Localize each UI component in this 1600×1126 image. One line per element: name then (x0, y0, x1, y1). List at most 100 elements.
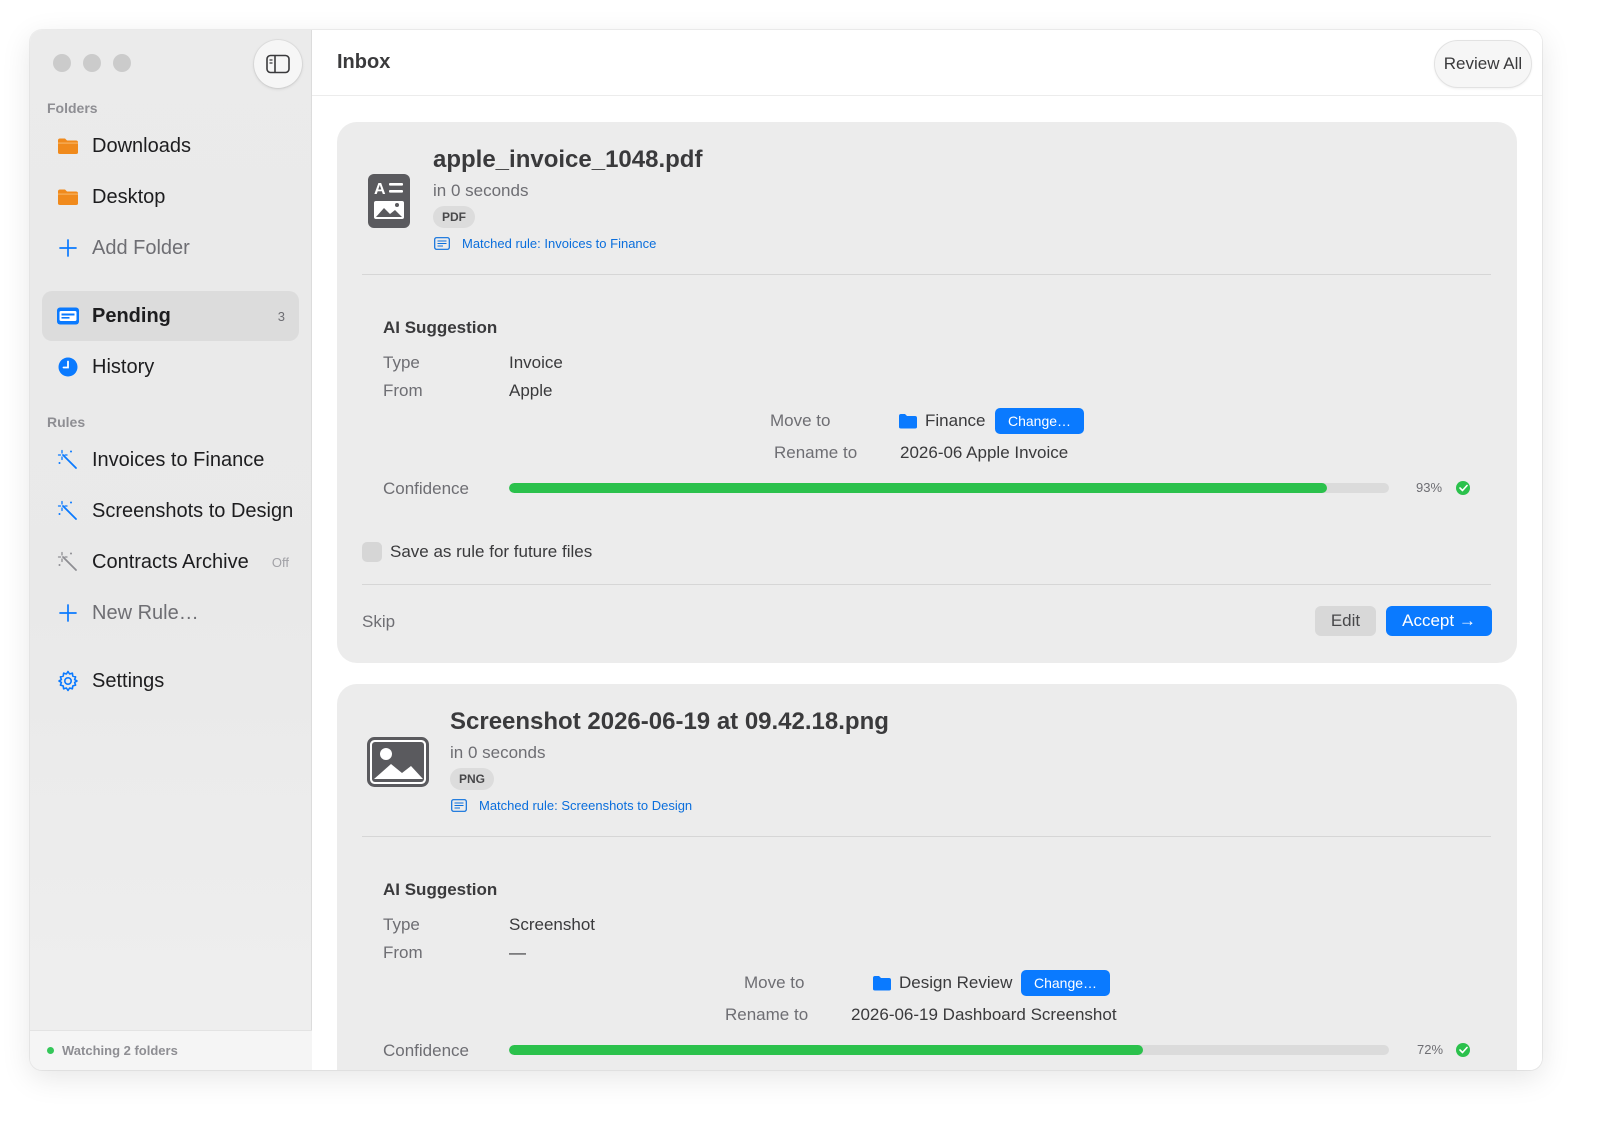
checkmark-icon (1456, 481, 1470, 495)
folder-icon (56, 134, 80, 158)
ai-suggestion-title: AI Suggestion (383, 318, 498, 337)
sidebar-item-label: Pending (92, 304, 171, 327)
confidence-bar (509, 483, 1389, 493)
sidebar-item-desktop[interactable]: Desktop (42, 172, 299, 222)
close-window-button[interactable] (53, 54, 71, 72)
sidebar: Folders Downloads Desktop Add Folder Pen… (30, 30, 312, 1070)
from-value: Apple (509, 381, 553, 400)
move-to-folder: Design Review (872, 973, 1012, 993)
file-type-badge: PDF (433, 206, 475, 228)
confidence-percent: 93% (1416, 480, 1443, 495)
matched-rule-link[interactable]: Matched rule: Invoices to Finance (434, 236, 656, 251)
divider (362, 274, 1491, 275)
folder-icon (56, 185, 80, 209)
watching-status: Watching 2 folders (30, 1030, 312, 1070)
from-label: From (383, 943, 423, 962)
toolbar: Inbox Review All (312, 30, 1542, 96)
move-to-folder: Finance (898, 411, 985, 431)
gear-icon (56, 669, 80, 693)
new-rule-button[interactable]: New Rule… (42, 588, 299, 638)
edit-button[interactable]: Edit (1315, 606, 1376, 636)
rename-to-value: 2026-06 Apple Invoice (900, 443, 1069, 462)
move-to-label: Move to (770, 411, 831, 430)
rename-to-label: Rename to (725, 1005, 809, 1024)
sidebar-item-label: Desktop (92, 185, 166, 208)
pending-count-badge: 3 (277, 308, 285, 324)
watching-status-label: Watching 2 folders (62, 1043, 178, 1058)
review-all-button[interactable]: Review All (1434, 40, 1532, 88)
zoom-window-button[interactable] (113, 54, 131, 72)
confidence-percent: 72% (1417, 1042, 1444, 1057)
main-content: Inbox Review All A apple_invoice_1048.pd… (312, 30, 1542, 1070)
sidebar-item-label: History (92, 355, 155, 378)
suggestion-card: A apple_invoice_1048.pdf in 0 seconds PD… (337, 122, 1517, 663)
status-dot-icon (47, 1047, 54, 1054)
suggestion-card: Screenshot 2026-06-19 at 09.42.18.png in… (337, 684, 1517, 1070)
sidebar-item-label: Settings (92, 669, 165, 692)
sidebar-item-pending[interactable]: Pending 3 (42, 291, 299, 341)
change-folder-button[interactable]: Change… (1021, 970, 1110, 996)
divider (362, 584, 1491, 585)
skip-button[interactable]: Skip (362, 612, 395, 632)
type-label: Type (383, 353, 420, 372)
confidence-label: Confidence (383, 1041, 470, 1060)
from-label: From (383, 381, 423, 400)
file-time: in 0 seconds (450, 743, 546, 762)
sidebar-item-rule-contracts[interactable]: Contracts Archive Off (42, 537, 299, 587)
confidence-bar-fill (509, 483, 1328, 493)
sidebar-item-rule-screenshots[interactable]: Screenshots to Design (42, 486, 299, 536)
magic-wand-icon (56, 550, 80, 574)
file-name: Screenshot 2026-06-19 at 09.42.18.png (450, 708, 889, 735)
sidebar-icon (266, 54, 290, 74)
app-window: Folders Downloads Desktop Add Folder Pen… (30, 30, 1542, 1070)
rule-list-icon (451, 798, 467, 813)
move-to-value: Design Review (899, 973, 1013, 992)
sidebar-item-label: Contracts Archive (92, 550, 249, 573)
page-title: Inbox (337, 51, 391, 73)
accept-button[interactable]: Accept → (1386, 606, 1492, 636)
from-value: — (509, 943, 526, 962)
tray-icon (56, 304, 80, 328)
rule-off-badge: Off (271, 554, 289, 570)
change-folder-button[interactable]: Change… (995, 408, 1084, 434)
magic-wand-icon (56, 499, 80, 523)
minimize-window-button[interactable] (83, 54, 101, 72)
type-label: Type (383, 915, 420, 934)
matched-rule-label: Matched rule: Screenshots to Design (479, 798, 693, 813)
sidebar-item-label: Invoices to Finance (92, 448, 265, 471)
rule-list-icon (434, 236, 450, 251)
sidebar-toggle-button[interactable] (254, 40, 302, 88)
add-folder-label: Add Folder (92, 236, 190, 259)
move-to-label: Move to (744, 973, 805, 992)
add-folder-button[interactable]: Add Folder (42, 223, 299, 273)
matched-rule-label: Matched rule: Invoices to Finance (462, 236, 657, 251)
save-rule-checkbox[interactable] (362, 542, 382, 562)
sidebar-item-rule-invoices[interactable]: Invoices to Finance (42, 435, 299, 485)
type-value: Invoice (509, 353, 563, 372)
file-name: apple_invoice_1048.pdf (433, 146, 703, 173)
checkmark-icon (1456, 1043, 1470, 1057)
save-rule-label: Save as rule for future files (390, 542, 593, 561)
sidebar-item-downloads[interactable]: Downloads (42, 121, 299, 171)
file-type-badge: PNG (450, 768, 495, 790)
clock-icon (56, 355, 80, 379)
confidence-bar (509, 1045, 1389, 1055)
ai-suggestion-title: AI Suggestion (383, 880, 498, 899)
sidebar-item-settings[interactable]: Settings (42, 656, 299, 706)
sidebar-item-label: Downloads (92, 134, 191, 157)
document-icon: A (367, 173, 411, 234)
svg-text:A: A (374, 181, 386, 198)
matched-rule-link[interactable]: Matched rule: Screenshots to Design (451, 798, 692, 813)
window-controls (53, 54, 131, 72)
image-icon (367, 737, 429, 792)
rename-to-value: 2026-06-19 Dashboard Screenshot (851, 1005, 1117, 1024)
confidence-bar-fill (509, 1045, 1143, 1055)
file-time: in 0 seconds (433, 181, 529, 200)
plus-icon (56, 601, 80, 625)
folders-section-label: Folders (47, 100, 98, 116)
rename-to-label: Rename to (774, 443, 858, 462)
sidebar-item-label: Screenshots to Design (92, 499, 294, 522)
magic-wand-icon (56, 448, 80, 472)
save-rule-option[interactable]: Save as rule for future files (362, 542, 592, 562)
sidebar-item-history[interactable]: History (42, 342, 299, 392)
